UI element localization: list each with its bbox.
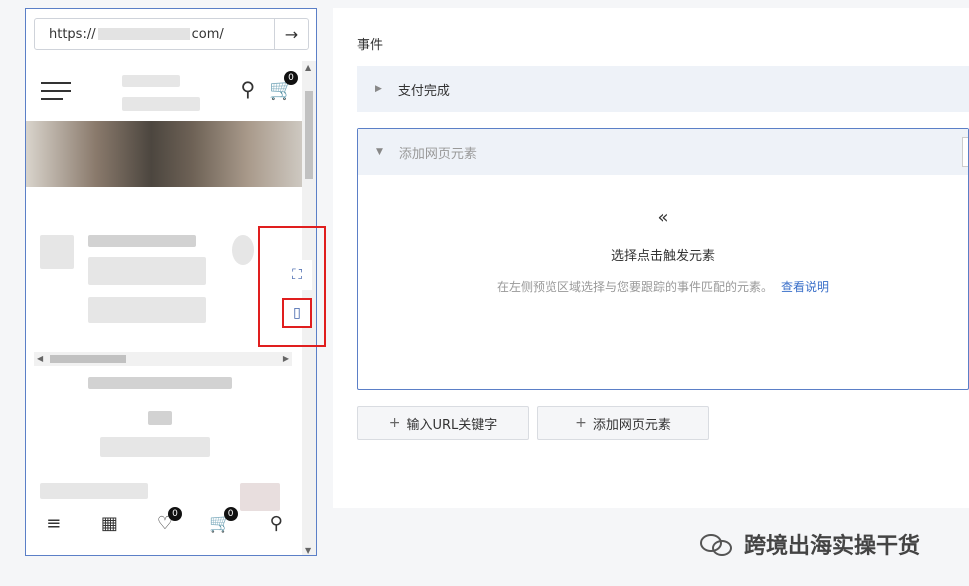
caret-down-icon: ▼ [376,147,383,157]
button-label: 添加网页元素 [592,417,671,433]
double-chevron-left-icon: « [657,207,669,228]
blurred-text [88,297,206,323]
blurred-text [40,483,148,499]
add-url-keyword-button[interactable]: + 输入URL关键字 [357,406,529,440]
search-icon[interactable]: ⚲ [263,513,289,534]
add-element-panel: ▼ 添加网页元素 « 选择点击触发元素 在左侧预览区域选择与您要跟踪的事件匹配的… [357,128,969,390]
button-label: 输入URL关键字 [406,417,498,433]
caret-right-icon: ▶ [375,84,382,94]
blurred-text [100,437,210,457]
blurred-text [88,235,196,247]
event-item-payment-complete[interactable]: ▶ 支付完成 [357,66,969,112]
menu-icon[interactable]: ≡ [41,513,67,534]
url-bar[interactable]: https://com/ → [34,18,309,50]
blurred-text [148,411,172,425]
heart-icon[interactable]: ♡ 0 [152,506,182,534]
blurred-icon [232,235,254,265]
url-redaction [97,28,190,40]
url-text: https://com/ [49,26,224,42]
add-page-element-button[interactable]: + 添加网页元素 [537,406,709,440]
grid-icon[interactable]: ▦ [96,513,122,534]
empty-state-description: 在左侧预览区域选择与您要跟踪的事件匹配的元素。 查看说明 [358,278,968,295]
preview-tools-highlight: ⛶ ▯ [258,226,326,347]
hamburger-menu-icon[interactable] [41,82,71,106]
blurred-logo [122,97,200,111]
horizontal-scrollbar[interactable]: ◀ ▶ [34,352,292,366]
panel-header-label: 添加网页元素 [398,146,477,162]
blurred-thumbnail [40,235,74,269]
cart-icon[interactable]: 🛒 0 [269,71,298,101]
blurred-text [88,377,232,389]
blurred-banner-image [26,121,304,187]
panel-header[interactable]: ▼ 添加网页元素 [358,129,968,175]
event-item-label: 支付完成 [397,83,450,99]
plus-icon: + [388,415,401,431]
help-link[interactable]: 查看说明 [781,280,829,294]
select-element-icon[interactable]: ⛶ [282,260,312,290]
event-config-panel: 事件 ▶ 支付完成 ▼ 添加网页元素 « 选择点击触发元素 在左侧预览区域选择与… [333,8,969,508]
empty-state-title: 选择点击触发元素 [610,249,715,264]
wechat-icon [700,530,736,558]
bottom-navigation: ≡ ▦ ♡ 0 🛒 0 ⚲ [26,506,304,539]
panel-corner [962,137,968,167]
plus-icon: + [575,415,587,431]
watermark: 跨境出海实操干货 [700,528,920,560]
search-icon[interactable]: ⚲ [240,77,255,101]
blurred-logo [122,75,180,87]
watermark-text: 跨境出海实操干货 [744,534,921,559]
header-icons: ⚲ 🛒 0 [240,71,298,101]
cart-icon[interactable]: 🛒 0 [208,506,238,534]
layout-toggle-icon[interactable]: ▯ [282,298,312,328]
blurred-text [88,257,206,285]
cart-badge: 0 [223,506,238,521]
wishlist-badge: 0 [167,506,182,521]
cart-badge: 0 [284,71,298,85]
empty-state-text: 在左侧预览区域选择与您要跟踪的事件匹配的元素。 [496,280,773,294]
section-label: 事件 [357,38,384,53]
go-arrow-icon[interactable]: → [274,19,308,49]
preview-pane: https://com/ → ⚲ 🛒 0 ◀ ▶ ≡ ▦ ♡ 0 🛒 0 ⚲ ▲… [0,0,333,586]
